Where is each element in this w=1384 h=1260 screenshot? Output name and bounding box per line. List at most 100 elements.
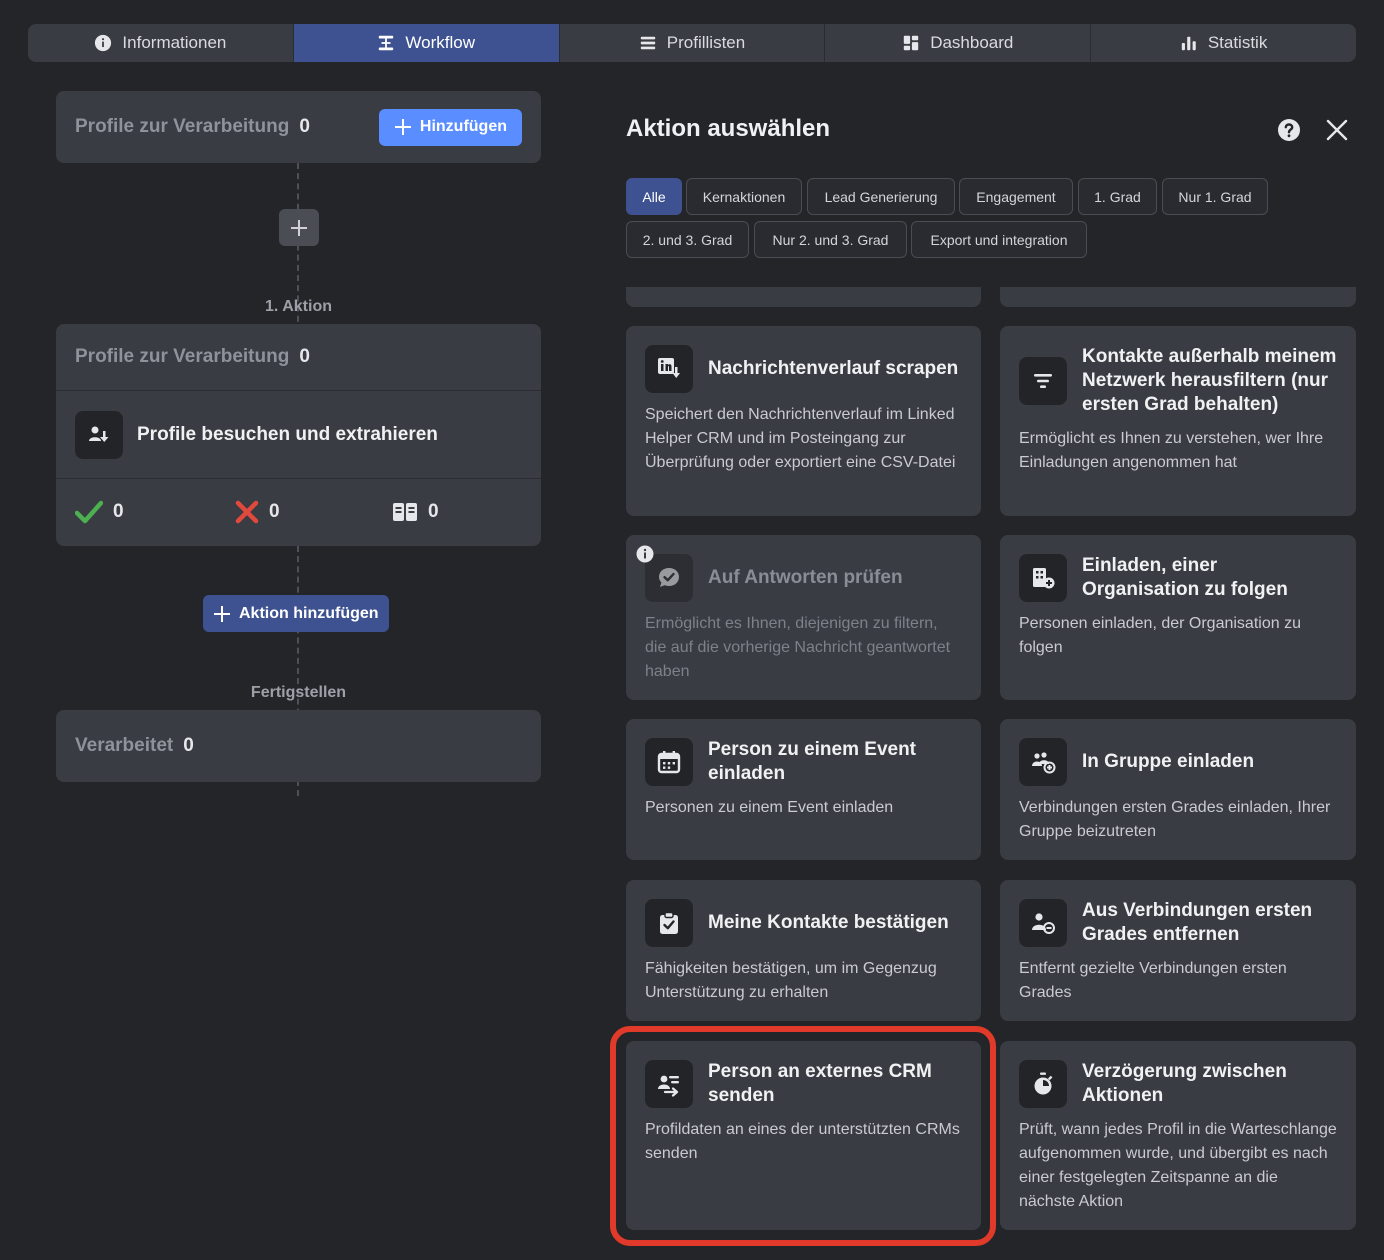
card-title: Meine Kontakte bestätigen: [708, 912, 949, 933]
failed-count: 0: [269, 501, 280, 522]
step-queue-row: Profile zur Verarbeitung 0: [56, 324, 541, 391]
clipboard-check-icon: [645, 899, 693, 947]
finish-processed-count: 0: [183, 735, 194, 756]
card-title: Einladen, einer Organisation zu folgen: [1082, 555, 1288, 600]
step-stats-row: 0 0 0: [56, 479, 541, 545]
tab-label: Profillisten: [666, 33, 746, 52]
start-label: Profile zur Verarbeitung: [75, 116, 290, 137]
filter-chip-lead-generierung[interactable]: Lead Generierung: [807, 178, 955, 215]
plus-icon: [214, 605, 230, 622]
step-queue-count: 0: [299, 346, 310, 367]
group-plus-icon: [1019, 738, 1067, 786]
card-description: Ermöglicht es Ihnen, diejenigen zu filte…: [645, 615, 951, 680]
finish-label: Fertigstellen: [250, 684, 347, 701]
success-count: 0: [113, 501, 124, 522]
filter-chip-alle[interactable]: Alle: [626, 178, 682, 215]
info-icon[interactable]: [636, 545, 654, 563]
card-title: Kontakte außerhalb meinem Netzwerk herau…: [1082, 346, 1337, 415]
start-panel: Profile zur Verarbeitung 0 Hinzufügen: [56, 91, 541, 163]
workflow-icon: [379, 35, 394, 51]
filter-chip-engagement[interactable]: Engagement: [959, 178, 1073, 215]
linkedin-download-icon: [645, 345, 693, 393]
finish-panel: Verarbeitet 0: [56, 710, 541, 782]
card-description: Personen zu einem Event einladen: [645, 799, 894, 816]
tab-dashboard[interactable]: Dashboard: [825, 24, 1092, 62]
action-card-partial[interactable]: [1000, 287, 1356, 307]
top-tabs: Informationen Workflow Profillisten Dash…: [28, 24, 1356, 62]
card-description: Speichert den Nachrichtenverlauf im Link…: [645, 406, 956, 471]
step-label: 1. Aktion: [265, 298, 332, 315]
dashboard-icon: [904, 35, 919, 51]
action-card-kontakte-filtern[interactable]: Kontakte außerhalb meinem Netzwerk herau…: [1000, 326, 1356, 516]
tab-label: Informationen: [122, 33, 227, 52]
card-title: Verzögerung zwischen Aktionen: [1082, 1061, 1287, 1106]
action-card-gruppe-einladen[interactable]: In Gruppe einladen Verbindungen ersten G…: [1000, 719, 1356, 860]
success-stat[interactable]: 0: [75, 500, 235, 524]
filter-chip-export-und-integration[interactable]: Export und integration: [911, 221, 1087, 258]
action-card-kontakte-bestaetigen[interactable]: Meine Kontakte bestätigen Fähigkeiten be…: [626, 880, 981, 1021]
add-profiles-label: Hinzufügen: [419, 118, 507, 135]
step-action-row[interactable]: Profile besuchen und extrahieren: [56, 391, 541, 479]
card-description: Verbindungen ersten Grades einladen, Ihr…: [1019, 799, 1331, 840]
tab-label: Dashboard: [930, 33, 1014, 52]
insert-step-button[interactable]: [279, 209, 319, 246]
add-profiles-button[interactable]: Hinzufügen: [378, 108, 522, 146]
filter-chip-nur-2-und-3-grad[interactable]: Nur 2. und 3. Grad: [754, 221, 907, 258]
add-action-label: Aktion hinzufügen: [239, 604, 379, 622]
modal-title: Aktion auswählen: [626, 115, 831, 142]
skipped-icon: [393, 503, 417, 521]
finish-processed-label: Verarbeitet: [75, 735, 174, 756]
tab-workflow[interactable]: Workflow: [293, 24, 560, 62]
action-card-verzoegerung[interactable]: Verzögerung zwischen Aktionen Prüft, wan…: [1000, 1041, 1356, 1230]
plus-icon: [394, 119, 411, 135]
tab-statistik[interactable]: Statistik: [1091, 24, 1356, 62]
action-card-partial[interactable]: [626, 287, 981, 307]
card-description: Prüft, wann jedes Profil in die Wartesch…: [1019, 1121, 1337, 1210]
step-queue-label: Profile zur Verarbeitung: [75, 346, 290, 367]
visit-extract-icon: [75, 410, 123, 459]
list-icon: [640, 36, 655, 50]
filter-chip-1-grad[interactable]: 1. Grad: [1078, 178, 1157, 215]
skipped-count: 0: [428, 501, 439, 522]
highlight-annotation: [610, 1026, 996, 1246]
cross-icon: [235, 500, 259, 524]
filter-chip-nur-1-grad[interactable]: Nur 1. Grad: [1162, 178, 1268, 215]
help-icon[interactable]: [1277, 118, 1301, 142]
building-plus-icon: [1019, 554, 1067, 602]
card-title: Nachrichtenverlauf scrapen: [708, 358, 959, 379]
info-icon: [95, 34, 112, 52]
card-description: Ermöglicht es Ihnen zu verstehen, wer Ih…: [1019, 430, 1324, 471]
card-title: Person zu einem Event einladen: [708, 739, 917, 784]
skipped-stat[interactable]: 0: [392, 500, 439, 524]
action-step-panel: Profile zur Verarbeitung 0 Profile besuc…: [56, 324, 541, 546]
card-title: Auf Antworten prüfen: [708, 567, 903, 588]
card-description: Fähigkeiten bestätigen, um im Gegenzug U…: [645, 960, 937, 1001]
card-title: Aus Verbindungen ersten Grades entfernen: [1082, 900, 1313, 945]
tab-label: Statistik: [1207, 33, 1268, 52]
filter-chip-2-und-3-grad[interactable]: 2. und 3. Grad: [626, 221, 749, 258]
tab-informationen[interactable]: Informationen: [28, 24, 294, 62]
action-card-auf-antworten-pruefen[interactable]: Auf Antworten prüfen Ermöglicht es Ihnen…: [626, 535, 981, 700]
start-count: 0: [299, 116, 310, 137]
step-action-title: Profile besuchen und extrahieren: [137, 423, 438, 445]
add-action-button[interactable]: Aktion hinzufügen: [203, 595, 389, 632]
filter-chip-kernaktionen[interactable]: Kernaktionen: [686, 178, 802, 215]
card-description: Entfernt gezielte Verbindungen ersten Gr…: [1019, 960, 1287, 1001]
bar-chart-icon: [1181, 36, 1196, 51]
timer-icon: [1019, 1060, 1067, 1108]
tab-label: Workflow: [405, 33, 475, 52]
failed-stat[interactable]: 0: [235, 500, 392, 524]
plus-icon: [291, 219, 307, 236]
calendar-icon: [645, 738, 693, 786]
tab-profillisten[interactable]: Profillisten: [560, 24, 826, 62]
card-description: Personen einladen, der Organisation zu f…: [1019, 615, 1301, 656]
action-card-event-einladen[interactable]: Person zu einem Event einladen Personen …: [626, 719, 981, 860]
action-card-organisation-folgen[interactable]: Einladen, einer Organisation zu folgen P…: [1000, 535, 1356, 700]
action-card-verbindungen-entfernen[interactable]: Aus Verbindungen ersten Grades entfernen…: [1000, 880, 1356, 1021]
user-minus-icon: [1019, 899, 1067, 947]
checkmark-icon: [75, 500, 103, 524]
card-title: In Gruppe einladen: [1082, 751, 1255, 772]
filter-icon: [1019, 357, 1067, 405]
close-icon[interactable]: [1326, 119, 1348, 141]
action-card-nachrichtenverlauf[interactable]: Nachrichtenverlauf scrapen Speichert den…: [626, 326, 981, 516]
